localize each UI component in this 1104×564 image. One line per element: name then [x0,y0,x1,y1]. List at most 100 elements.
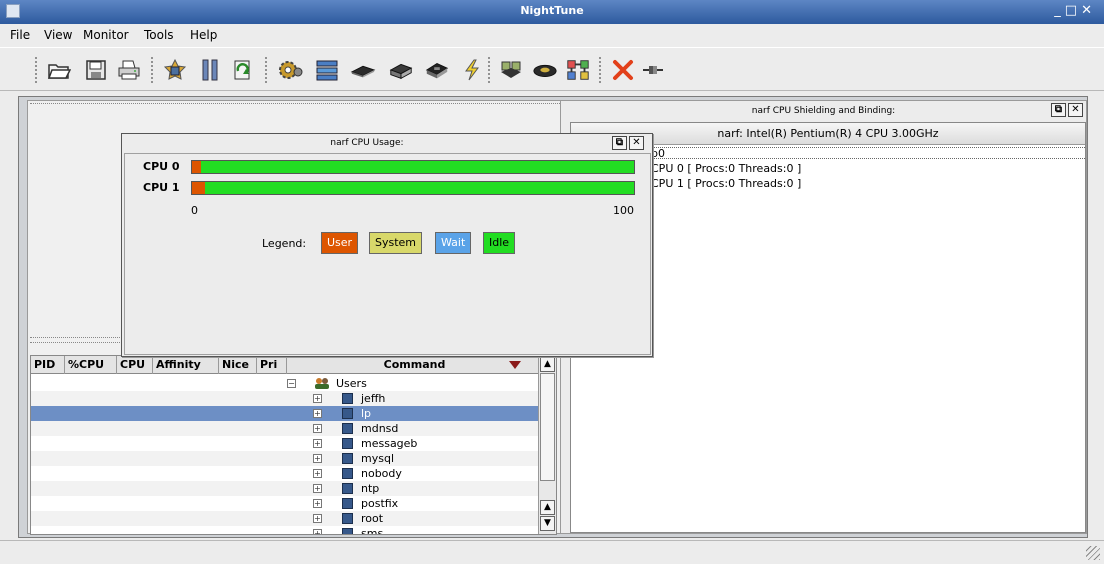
toolbar-grip[interactable] [34,56,38,84]
tree-node-cpu1[interactable]: CPU 1 [ Procs:0 Threads:0 ] [651,177,801,190]
minimize-icon[interactable]: _ [1054,3,1065,18]
open-folder-icon[interactable] [46,57,72,83]
legend-label: Legend: [262,237,307,250]
close-icon[interactable]: ✕ [1068,103,1083,117]
users-group-icon [314,377,330,389]
column-command[interactable]: Command [287,356,539,374]
table-row[interactable]: + mdnsd [31,421,539,436]
expand-icon[interactable]: + [313,394,322,403]
menu-monitor[interactable]: Monitor [83,28,129,42]
toolbar-grip[interactable] [150,56,154,84]
table-row[interactable]: + root [31,511,539,526]
scroll-up-icon[interactable]: ▲ [540,357,555,372]
expand-icon[interactable]: + [313,424,322,433]
cpu-shield-icon[interactable] [498,57,524,83]
network-icon[interactable] [314,57,340,83]
table-row[interactable]: + nobody [31,466,539,481]
tree-node-cpu0[interactable]: CPU 0 [ Procs:0 Threads:0 ] [651,162,801,175]
collapse-icon[interactable]: − [287,379,296,388]
process-table: PID %CPU CPU Affinity Nice Pri Command −… [30,355,557,535]
scroll-up-icon[interactable]: ▲ [540,500,555,515]
shielding-panel-title: narf CPU Shielding and Binding: [751,106,896,116]
legend-user: User [321,232,359,254]
expand-icon[interactable]: + [313,469,322,478]
row-user-name: nobody [361,467,402,480]
menu-help[interactable]: Help [190,28,217,42]
table-row[interactable]: + sms [31,526,539,534]
close-x-icon[interactable] [610,57,636,83]
toolbar-grip[interactable] [264,56,268,84]
disk-icon[interactable] [388,57,414,83]
user-icon [342,453,353,464]
cpu0-label: CPU 0 [143,160,180,173]
table-row[interactable]: + jeffh [31,391,539,406]
user-icon [342,483,353,494]
user-icon [342,438,353,449]
column-nice[interactable]: Nice [219,356,257,374]
table-row[interactable]: + messageb [31,436,539,451]
resize-grip-icon[interactable] [1086,546,1100,560]
window-controls[interactable]: _□✕ [1054,3,1096,18]
column-affinity[interactable]: Affinity [153,356,219,374]
legend-wait: Wait [435,232,472,254]
expand-icon[interactable]: + [313,454,322,463]
row-user-name: jeffh [361,392,386,405]
row-user-name: messageb [361,437,418,450]
vertical-scrollbar[interactable]: ▲ ▲ ▼ [538,356,556,534]
menu-tools[interactable]: Tools [144,28,174,42]
memory-chip-icon[interactable] [350,57,376,83]
column-cpu-percent[interactable]: %CPU [65,356,117,374]
menu-bar: File View Monitor Tools Help [0,24,1104,46]
cpu1-user-segment [192,182,205,194]
expand-icon[interactable]: + [313,439,322,448]
legend-idle: Idle [483,232,516,254]
column-cpu[interactable]: CPU [117,356,153,374]
title-bar: NightTune _□✕ [0,0,1104,24]
row-user-name: postfix [361,497,399,510]
sort-descending-icon[interactable] [509,361,521,369]
cpu-usage-body: CPU 0 CPU 1 0 100 Legend: User System Wa… [124,153,651,355]
toolbar-grip[interactable] [598,56,602,84]
expand-icon[interactable]: + [313,409,322,418]
cpu0-user-segment [192,161,201,173]
print-icon[interactable] [116,57,142,83]
maximize-icon[interactable]: □ [1065,3,1081,18]
scroll-thumb[interactable] [540,373,555,481]
toolbar-grip[interactable] [487,56,491,84]
pause-icon[interactable] [197,57,223,83]
cpu1-usage-bar [191,181,635,195]
close-icon[interactable]: ✕ [629,136,644,150]
device-icon[interactable] [532,57,558,83]
expand-icon[interactable]: + [313,484,322,493]
cpu-icon[interactable] [424,57,450,83]
user-icon [342,513,353,524]
process-icon[interactable] [162,57,188,83]
table-row-selected[interactable]: + lp [31,406,539,421]
column-pri[interactable]: Pri [257,356,287,374]
expand-icon[interactable]: + [313,529,322,534]
row-user-name: lp [361,407,372,420]
menu-view[interactable]: View [44,28,72,42]
scroll-down-icon[interactable]: ▼ [540,516,555,531]
expand-icon[interactable]: + [313,499,322,508]
connect-icon[interactable] [640,57,666,83]
divider [30,103,564,105]
row-user-name: root [361,512,384,525]
tree-root-row[interactable]: − Users [31,376,539,391]
restore-icon[interactable]: ⧉ [612,136,627,150]
restore-icon[interactable]: ⧉ [1051,103,1066,117]
column-pid[interactable]: PID [31,356,65,374]
close-window-icon[interactable]: ✕ [1081,3,1096,18]
table-row[interactable]: + ntp [31,481,539,496]
gear-icon[interactable] [278,57,304,83]
save-disk-icon[interactable] [83,57,109,83]
axis-max-label: 100 [613,204,634,217]
menu-file[interactable]: File [10,28,30,42]
bind-icon[interactable] [565,57,591,83]
refresh-icon[interactable] [230,57,256,83]
table-row[interactable]: + postfix [31,496,539,511]
tree-node-p0[interactable]: p0 [651,147,665,160]
expand-icon[interactable]: + [313,514,322,523]
interrupt-icon[interactable] [459,57,485,83]
table-row[interactable]: + mysql [31,451,539,466]
